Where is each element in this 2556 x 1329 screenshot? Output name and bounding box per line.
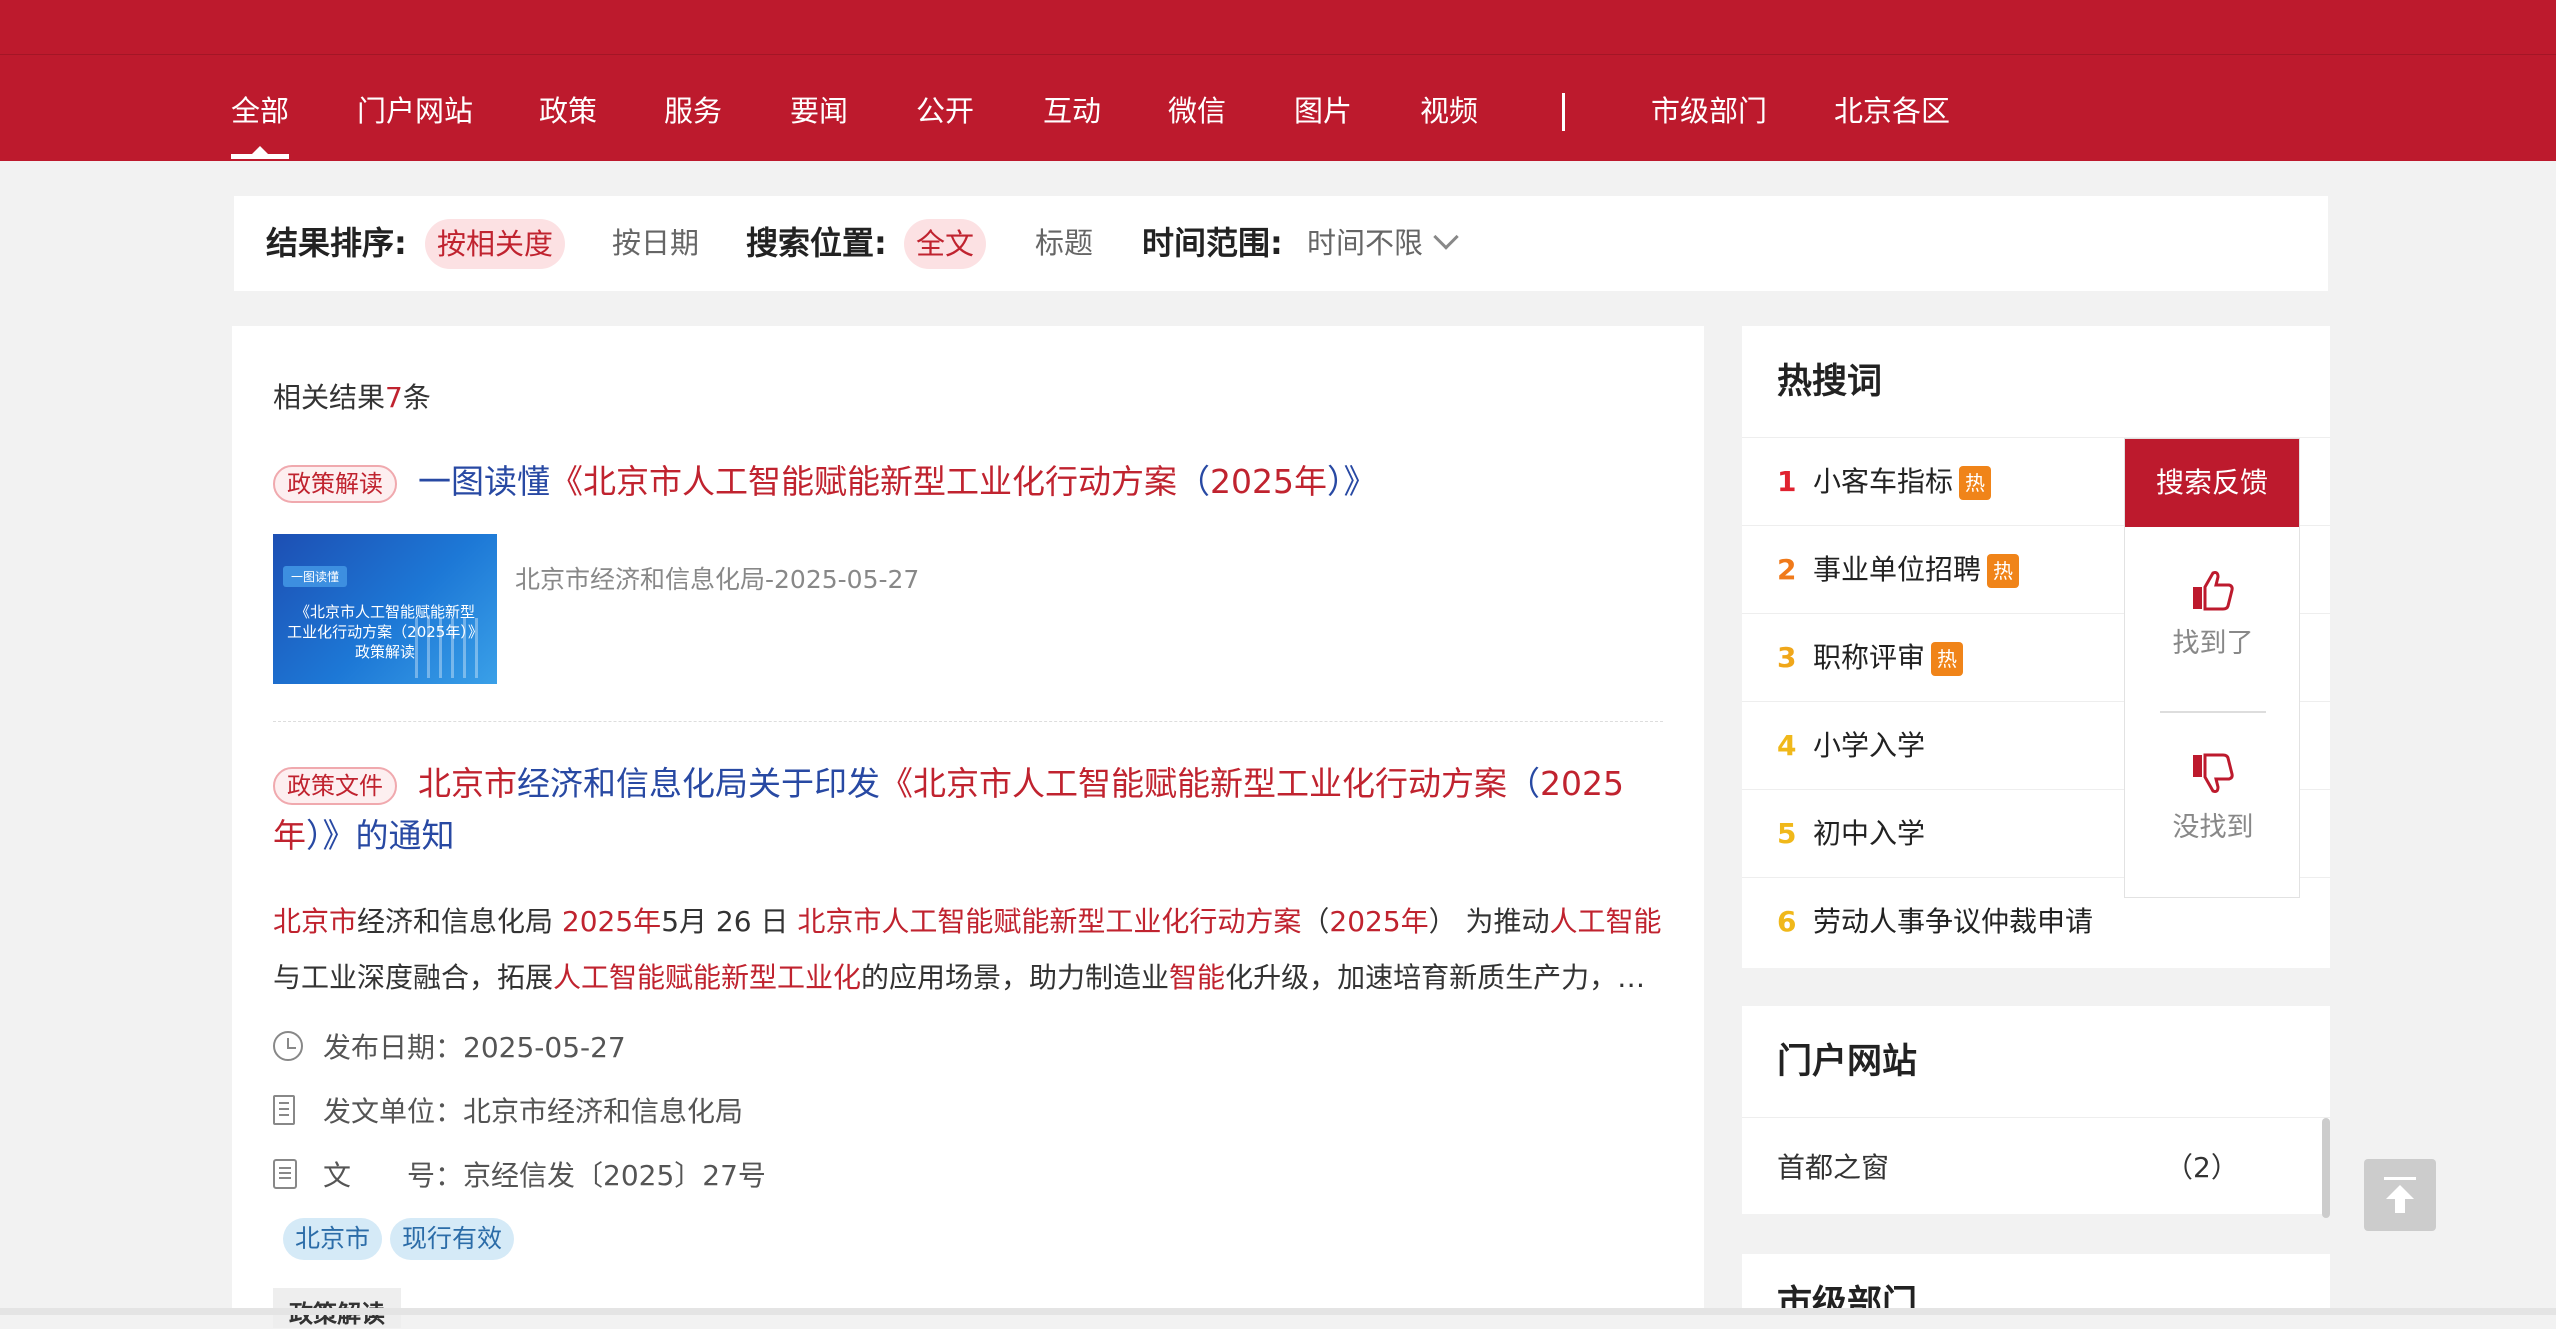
search-feedback-panel: 搜索反馈 找到了 没找到	[2124, 438, 2300, 898]
hot-search-title: 热搜词	[1742, 326, 2330, 438]
building-icon	[273, 1095, 295, 1125]
result-count: 相关结果7条	[273, 381, 431, 414]
result-divider	[273, 721, 1663, 722]
feedback-title: 搜索反馈	[2125, 439, 2299, 527]
nav-tab-open[interactable]: 公开	[916, 55, 974, 161]
result-title-1[interactable]: 政策解读 一图读懂《北京市人工智能赋能新型工业化行动方案（2025年）》	[273, 456, 1376, 508]
chip-region[interactable]: 北京市	[283, 1218, 383, 1260]
result-tag: 政策文件	[273, 766, 397, 805]
hot-badge: 热	[1959, 466, 1992, 500]
nav-separator	[1562, 93, 1565, 131]
nav-tab-city-departments[interactable]: 市级部门	[1651, 55, 1767, 161]
search-position-label: 搜索位置:	[746, 224, 887, 262]
feedback-divider	[2160, 711, 2266, 713]
top-header-strip	[0, 0, 2556, 55]
search-filter-bar: 结果排序: 按相关度 按日期 搜索位置: 全文 标题 时间范围: 时间不限	[234, 196, 2328, 291]
nav-tab-beijing-districts[interactable]: 北京各区	[1834, 55, 1950, 161]
city-departments-title: 市级部门	[1742, 1254, 2330, 1315]
nav-tab-images[interactable]: 图片	[1294, 55, 1352, 161]
nav-tab-all[interactable]: 全部	[231, 55, 290, 161]
nav-tab-policy[interactable]: 政策	[539, 55, 597, 161]
hot-badge: 热	[1987, 554, 2020, 588]
back-to-top-icon	[2384, 1177, 2416, 1180]
found-button[interactable]: 找到了	[2125, 569, 2301, 660]
nav-tab-service[interactable]: 服务	[664, 55, 722, 161]
document-icon	[273, 1159, 297, 1189]
sort-by-relevance[interactable]: 按相关度	[425, 219, 566, 269]
nav-tab-wechat[interactable]: 微信	[1168, 55, 1226, 161]
hot-badge: 热	[1931, 642, 1964, 676]
portal-title: 门户网站	[1742, 1006, 2330, 1118]
meta-document-number: 文 号：京经信发〔2025〕27号	[273, 1156, 766, 1196]
result-thumbnail[interactable]: 一图读懂 《北京市人工智能赋能新型 工业化行动方案（2025年）》 政策解读	[273, 534, 497, 684]
nav-tab-news[interactable]: 要闻	[790, 55, 848, 161]
sidebar-scrollbar[interactable]	[2322, 1118, 2330, 1218]
meta-issuer: 发文单位：北京市经济和信息化局	[273, 1092, 743, 1132]
nav-tab-interaction[interactable]: 互动	[1043, 55, 1101, 161]
clock-icon	[273, 1031, 303, 1061]
thumbs-up-icon	[2193, 571, 2234, 611]
nav-tab-portal[interactable]: 门户网站	[357, 55, 473, 161]
result-tag: 政策解读	[273, 464, 397, 503]
position-fulltext[interactable]: 全文	[904, 219, 987, 269]
thumbs-down-icon	[2193, 753, 2234, 793]
window-bottom-edge	[0, 1308, 2556, 1315]
result-excerpt: 北京市经济和信息化局 2025年5月 26 日 北京市人工智能赋能新型工业化行动…	[273, 905, 1662, 994]
portal-row[interactable]: 首都之窗 （2）	[1742, 1118, 2330, 1218]
chip-status[interactable]: 现行有效	[390, 1218, 515, 1260]
nav-tab-video[interactable]: 视频	[1420, 55, 1478, 161]
back-to-top-button[interactable]	[2364, 1159, 2436, 1231]
search-results-panel: 相关结果7条 政策解读 一图读懂《北京市人工智能赋能新型工业化行动方案（2025…	[232, 326, 1704, 1315]
time-range-select[interactable]: 时间不限	[1307, 196, 1423, 291]
time-range-label: 时间范围:	[1142, 224, 1283, 262]
city-departments-panel: 市级部门	[1742, 1254, 2330, 1315]
result-source: 北京市经济和信息化局-2025-05-27	[515, 565, 920, 594]
meta-publish-date: 发布日期：2025-05-27	[273, 1028, 626, 1068]
result-title-2[interactable]: 政策文件 北京市经济和信息化局关于印发《北京市人工智能赋能新型工业化行动方案（2…	[273, 758, 1633, 862]
position-title[interactable]: 标题	[1035, 196, 1093, 291]
not-found-button[interactable]: 没找到	[2125, 753, 2301, 844]
portal-panel: 门户网站 首都之窗 （2）	[1742, 1006, 2330, 1214]
sort-by-date[interactable]: 按日期	[612, 196, 699, 291]
sort-label: 结果排序:	[266, 224, 407, 262]
search-category-nav: 全部 门户网站 政策 服务 要闻 公开 互动 微信 图片 视频 市级部门 北京各…	[0, 55, 2556, 161]
